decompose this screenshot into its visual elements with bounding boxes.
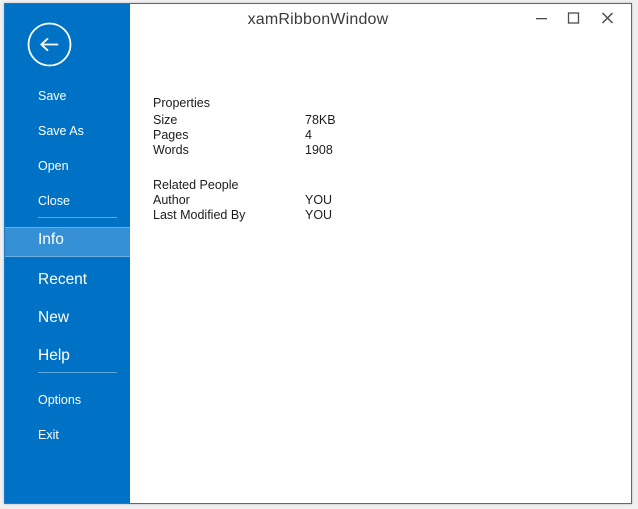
property-row-pages: Pages 4 [130,128,631,144]
sidebar-item-label: Options [38,393,81,407]
property-value: YOU [305,208,332,222]
sidebar-item-exit[interactable]: Exit [5,425,130,447]
sidebar-item-label: Help [38,347,70,365]
sidebar-item-save[interactable]: Save [5,86,130,108]
back-arrow-circle-icon[interactable] [26,21,73,68]
maximize-button[interactable] [559,7,588,29]
sidebar-item-label: Close [38,194,70,208]
property-label: Author [153,193,190,207]
sidebar-item-label: Save [38,89,67,103]
property-label: Pages [153,128,188,142]
sidebar-item-help[interactable]: Help [5,344,130,372]
sidebar-item-open[interactable]: Open [5,156,130,178]
minimize-button[interactable] [527,7,556,29]
property-value: 1908 [305,143,333,157]
property-label: Last Modified By [153,208,245,222]
sidebar-item-label: Recent [38,271,87,289]
sidebar-item-recent[interactable]: Recent [5,268,130,296]
close-button[interactable] [593,7,622,29]
sidebar-item-label: New [38,309,69,327]
sidebar-item-save-as[interactable]: Save As [5,121,130,143]
sidebar-item-new[interactable]: New [5,306,130,334]
sidebar-item-label: Save As [38,124,84,138]
sidebar-item-options[interactable]: Options [5,390,130,412]
property-row-author: Author YOU [130,193,631,209]
properties-heading: Properties [153,96,210,110]
property-value: 78KB [305,113,336,127]
sidebar-item-info[interactable]: Info [5,227,133,257]
property-row-last-modified-by: Last Modified By YOU [130,208,631,224]
sidebar-separator [38,217,117,218]
property-row-words: Words 1908 [130,143,631,159]
sidebar-item-close[interactable]: Close [5,191,130,213]
property-label: Size [153,113,177,127]
app-window: xamRibbonWindow Save [4,3,632,504]
sidebar-separator [38,372,117,373]
property-value: 4 [305,128,312,142]
backstage-sidebar: Save Save As Open Close Info Recent New … [5,4,130,503]
property-label: Words [153,143,189,157]
property-row-size: Size 78KB [130,113,631,129]
related-people-heading: Related People [153,178,238,192]
property-value: YOU [305,193,332,207]
sidebar-item-label: Open [38,159,69,173]
sidebar-item-label: Info [38,231,64,249]
sidebar-item-label: Exit [38,428,59,442]
info-content-pane: Properties Size 78KB Pages 4 Words 1908 … [130,36,631,503]
